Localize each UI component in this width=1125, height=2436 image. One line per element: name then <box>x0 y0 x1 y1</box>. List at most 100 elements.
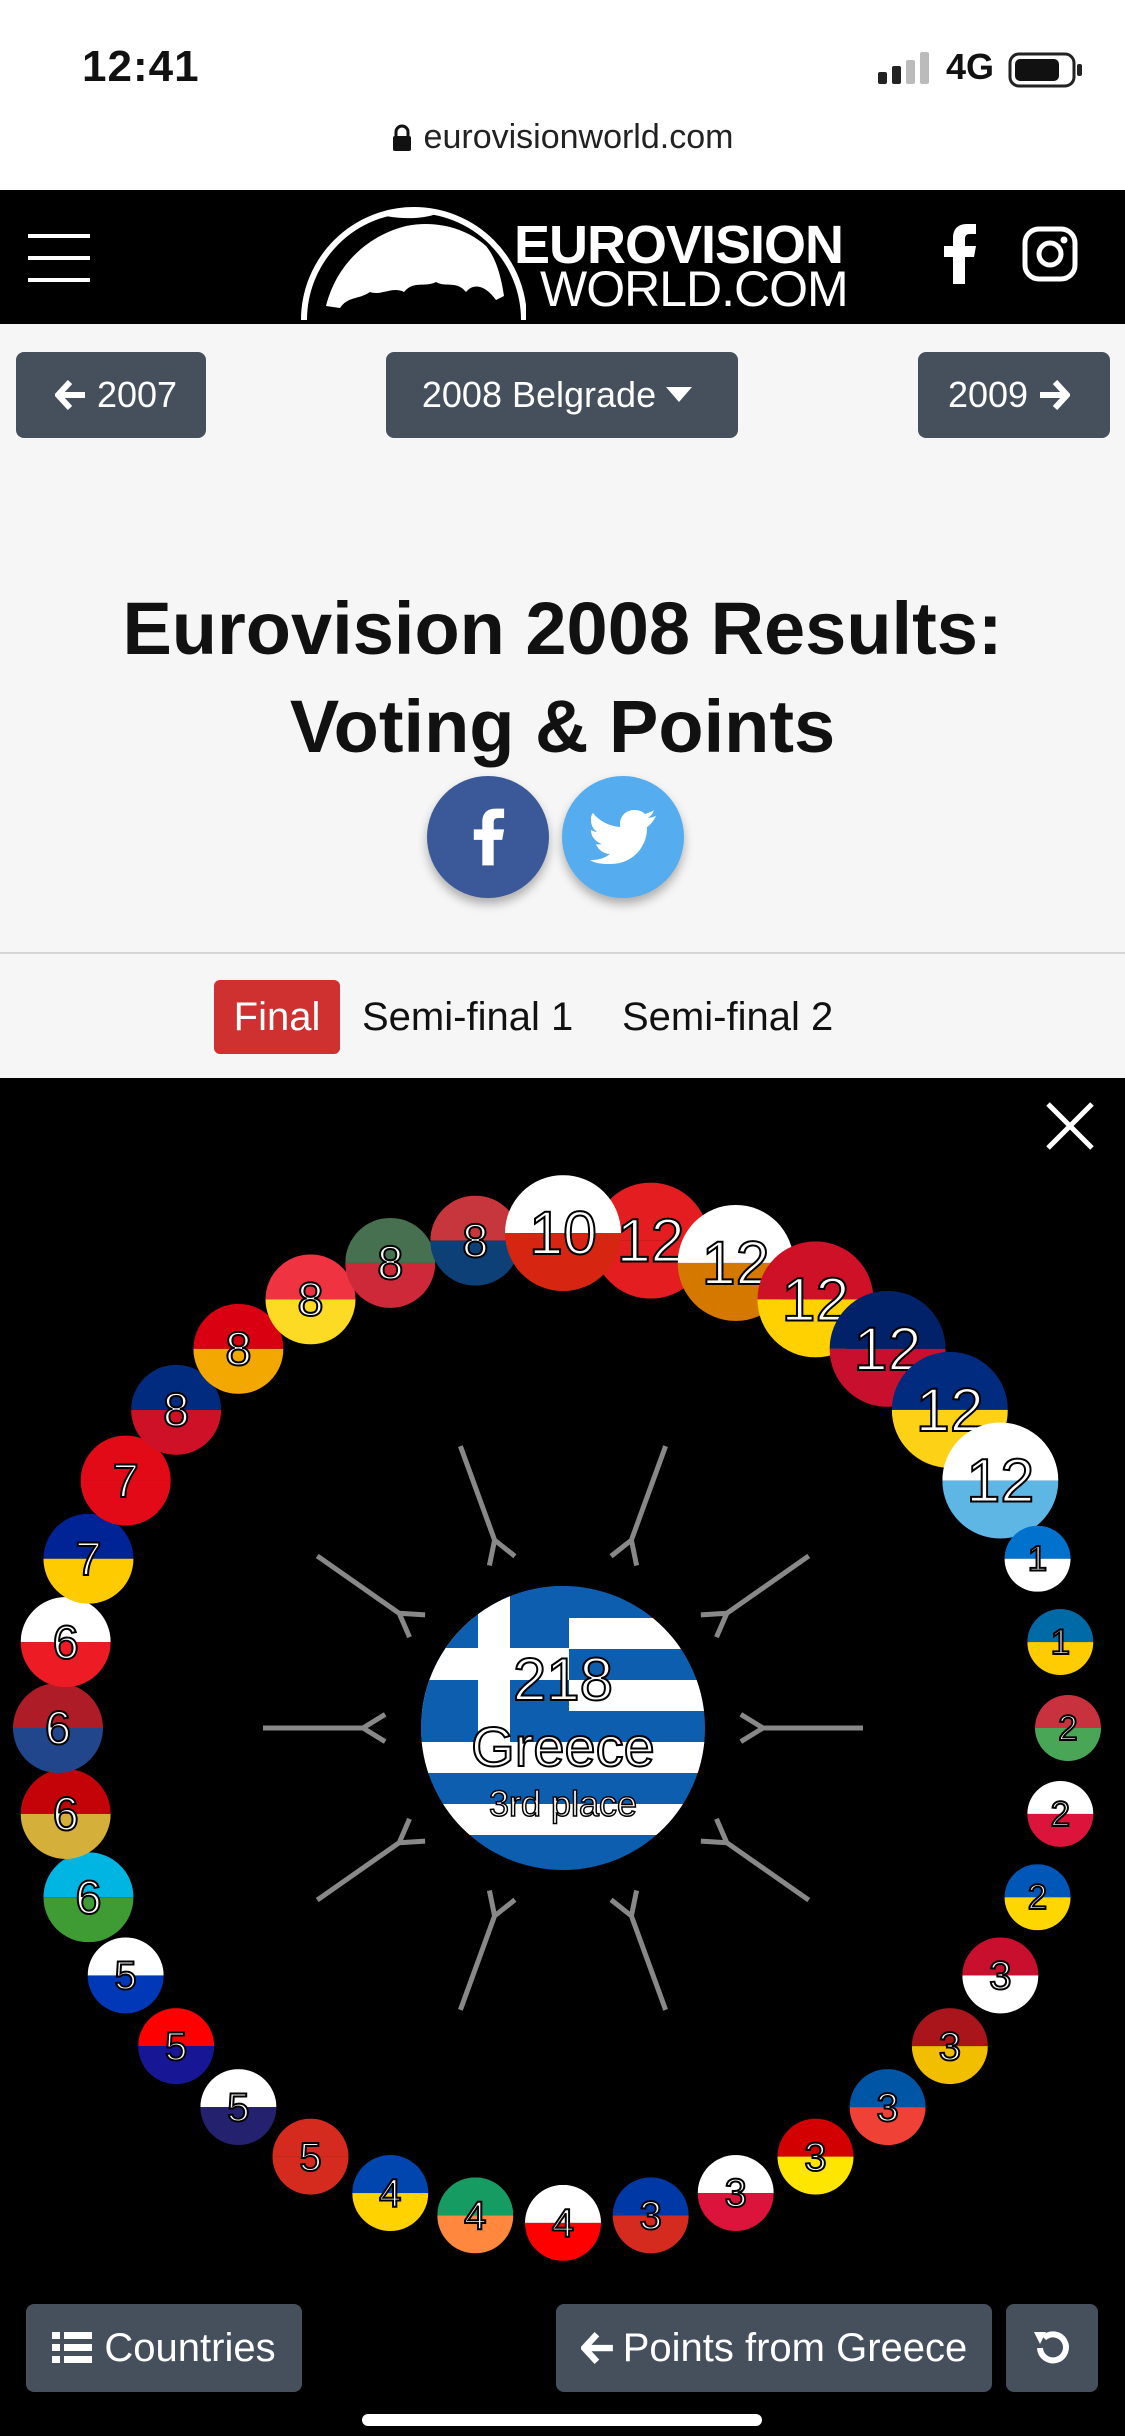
reset-button[interactable] <box>1006 2304 1098 2392</box>
arrow-icon <box>315 1553 426 1639</box>
points-from-button[interactable]: Points from Greece <box>556 2304 992 2392</box>
voter-badge[interactable]: 3 <box>697 2155 774 2232</box>
arrow-icon <box>700 1817 811 1903</box>
voter-points: 4 <box>379 2172 401 2216</box>
voter-points: 10 <box>529 1199 597 1267</box>
arrow-icon <box>700 1553 811 1639</box>
voter-points: 12 <box>966 1446 1034 1514</box>
voter-badge[interactable]: 3 <box>962 1937 1039 2014</box>
voter-points: 2 <box>1028 1878 1047 1917</box>
arrow-icon <box>609 1445 668 1567</box>
voter-points: 12 <box>617 1206 685 1274</box>
address-bar[interactable]: eurovisionworld.com <box>0 118 1125 157</box>
signal-icon <box>878 52 929 84</box>
voter-badge[interactable]: 2 <box>1035 1695 1101 1761</box>
voter-badge[interactable]: 5 <box>138 2008 215 2085</box>
voter-badge[interactable]: 4 <box>352 2155 429 2232</box>
edition-label: 2008 Belgrade <box>421 374 657 415</box>
twitter-icon <box>590 810 656 864</box>
next-year-label: 2009 <box>947 374 1029 415</box>
voter-badge[interactable]: 6 <box>13 1683 103 1773</box>
voter-points: 8 <box>163 1383 189 1436</box>
voter-badge[interactable]: 3 <box>777 2118 854 2195</box>
arrow-icon <box>458 1445 517 1567</box>
arrow-left-icon <box>54 380 85 410</box>
voter-points: 4 <box>464 2194 486 2238</box>
voter-badge[interactable]: 6 <box>43 1852 134 1943</box>
voter-badge[interactable]: 10 <box>505 1175 621 1292</box>
voter-points: 5 <box>299 2135 321 2179</box>
status-bar: 12:41 4G eurovisionworld.com <box>0 0 1125 190</box>
voter-points: 5 <box>165 2025 187 2069</box>
voter-points: 4 <box>552 2202 574 2246</box>
voter-points: 8 <box>377 1236 403 1289</box>
facebook-icon <box>473 808 505 866</box>
next-year-button[interactable]: 2009 <box>918 352 1110 438</box>
voter-points: 3 <box>640 2194 662 2238</box>
voter-points: 7 <box>113 1454 139 1507</box>
arrow-icon <box>609 1889 668 2011</box>
voter-badge[interactable]: 1 <box>1004 1525 1071 1592</box>
arrow-icon <box>315 1817 426 1903</box>
share-twitter-button[interactable] <box>562 776 684 898</box>
home-indicator <box>362 2414 762 2426</box>
voter-badge[interactable]: 3 <box>911 2008 988 2085</box>
voter-points: 6 <box>45 1701 71 1754</box>
countries-label: Countries <box>104 2325 276 2370</box>
voter-badge[interactable]: 2 <box>1027 1780 1094 1847</box>
voter-points: 3 <box>804 2135 826 2179</box>
round-tabs: Final Semi-final 1 Semi-final 2 <box>0 954 1125 1078</box>
voter-badge[interactable]: 12 <box>942 1422 1059 1539</box>
arrow-right-icon <box>1040 380 1071 410</box>
site-header: EUROVISION WORLD.COM <box>0 190 1125 324</box>
voter-badge[interactable]: 6 <box>20 1768 111 1859</box>
voter-badge[interactable]: 4 <box>437 2177 514 2254</box>
voter-badge[interactable]: 4 <box>525 2184 601 2261</box>
voter-badge[interactable]: 2 <box>1004 1864 1071 1931</box>
center-country: Greece <box>471 1715 655 1778</box>
previous-year-label: 2007 <box>96 374 178 415</box>
voter-points: 5 <box>227 2086 249 2130</box>
caret-down-icon <box>666 387 693 402</box>
voter-badge[interactable]: 7 <box>43 1513 134 1604</box>
arrow-left-icon <box>580 2332 613 2364</box>
undo-icon <box>1034 2331 1069 2364</box>
edition-dropdown[interactable]: 2008 Belgrade <box>386 352 738 438</box>
voter-points: 3 <box>725 2172 747 2216</box>
voter-badge[interactable]: 3 <box>612 2177 689 2254</box>
menu-icon[interactable] <box>28 234 90 282</box>
tab-semi-final-1[interactable]: Semi-final 1 <box>362 980 573 1054</box>
voter-badge[interactable]: 5 <box>200 2069 277 2146</box>
tab-semi-final-2[interactable]: Semi-final 2 <box>622 980 833 1054</box>
network-type: 4G <box>946 46 995 87</box>
voter-points: 6 <box>75 1870 101 1923</box>
tab-final[interactable]: Final <box>214 980 340 1054</box>
voter-badge[interactable]: 6 <box>20 1597 111 1688</box>
previous-year-button[interactable]: 2007 <box>16 352 206 438</box>
instagram-icon[interactable] <box>1022 226 1078 282</box>
voter-points: 8 <box>462 1214 488 1267</box>
points-from-label: Points from Greece <box>622 2325 968 2370</box>
logo-line-2: WORLD.COM <box>540 261 849 317</box>
voter-points: 2 <box>1051 1795 1070 1834</box>
voter-badge[interactable]: 1 <box>1027 1609 1094 1676</box>
voter-points: 8 <box>225 1322 251 1375</box>
facebook-icon[interactable] <box>940 224 978 284</box>
voter-points: 3 <box>876 2086 898 2130</box>
voter-badge[interactable]: 5 <box>87 1937 164 2014</box>
arrow-icon <box>263 1712 387 1744</box>
center-place: 3rd place <box>489 1783 637 1824</box>
voting-ring: 218 Greece 3rd place 12 12121212121122233… <box>13 1175 1101 2261</box>
url-text: eurovisionworld.com <box>423 118 734 156</box>
voter-points: 6 <box>53 1787 79 1840</box>
share-facebook-button[interactable] <box>427 776 549 898</box>
countries-button[interactable]: Countries <box>26 2304 302 2392</box>
voter-badge[interactable]: 5 <box>272 2118 349 2195</box>
voter-points: 3 <box>939 2025 961 2069</box>
voter-badge[interactable]: 8 <box>345 1217 436 1308</box>
voter-badge[interactable]: 3 <box>849 2069 926 2146</box>
voter-badge[interactable]: 8 <box>265 1254 356 1345</box>
site-logo[interactable]: EUROVISION WORLD.COM <box>296 196 849 320</box>
arrow-icon <box>458 1889 517 2011</box>
voter-points: 1 <box>1028 1540 1047 1579</box>
